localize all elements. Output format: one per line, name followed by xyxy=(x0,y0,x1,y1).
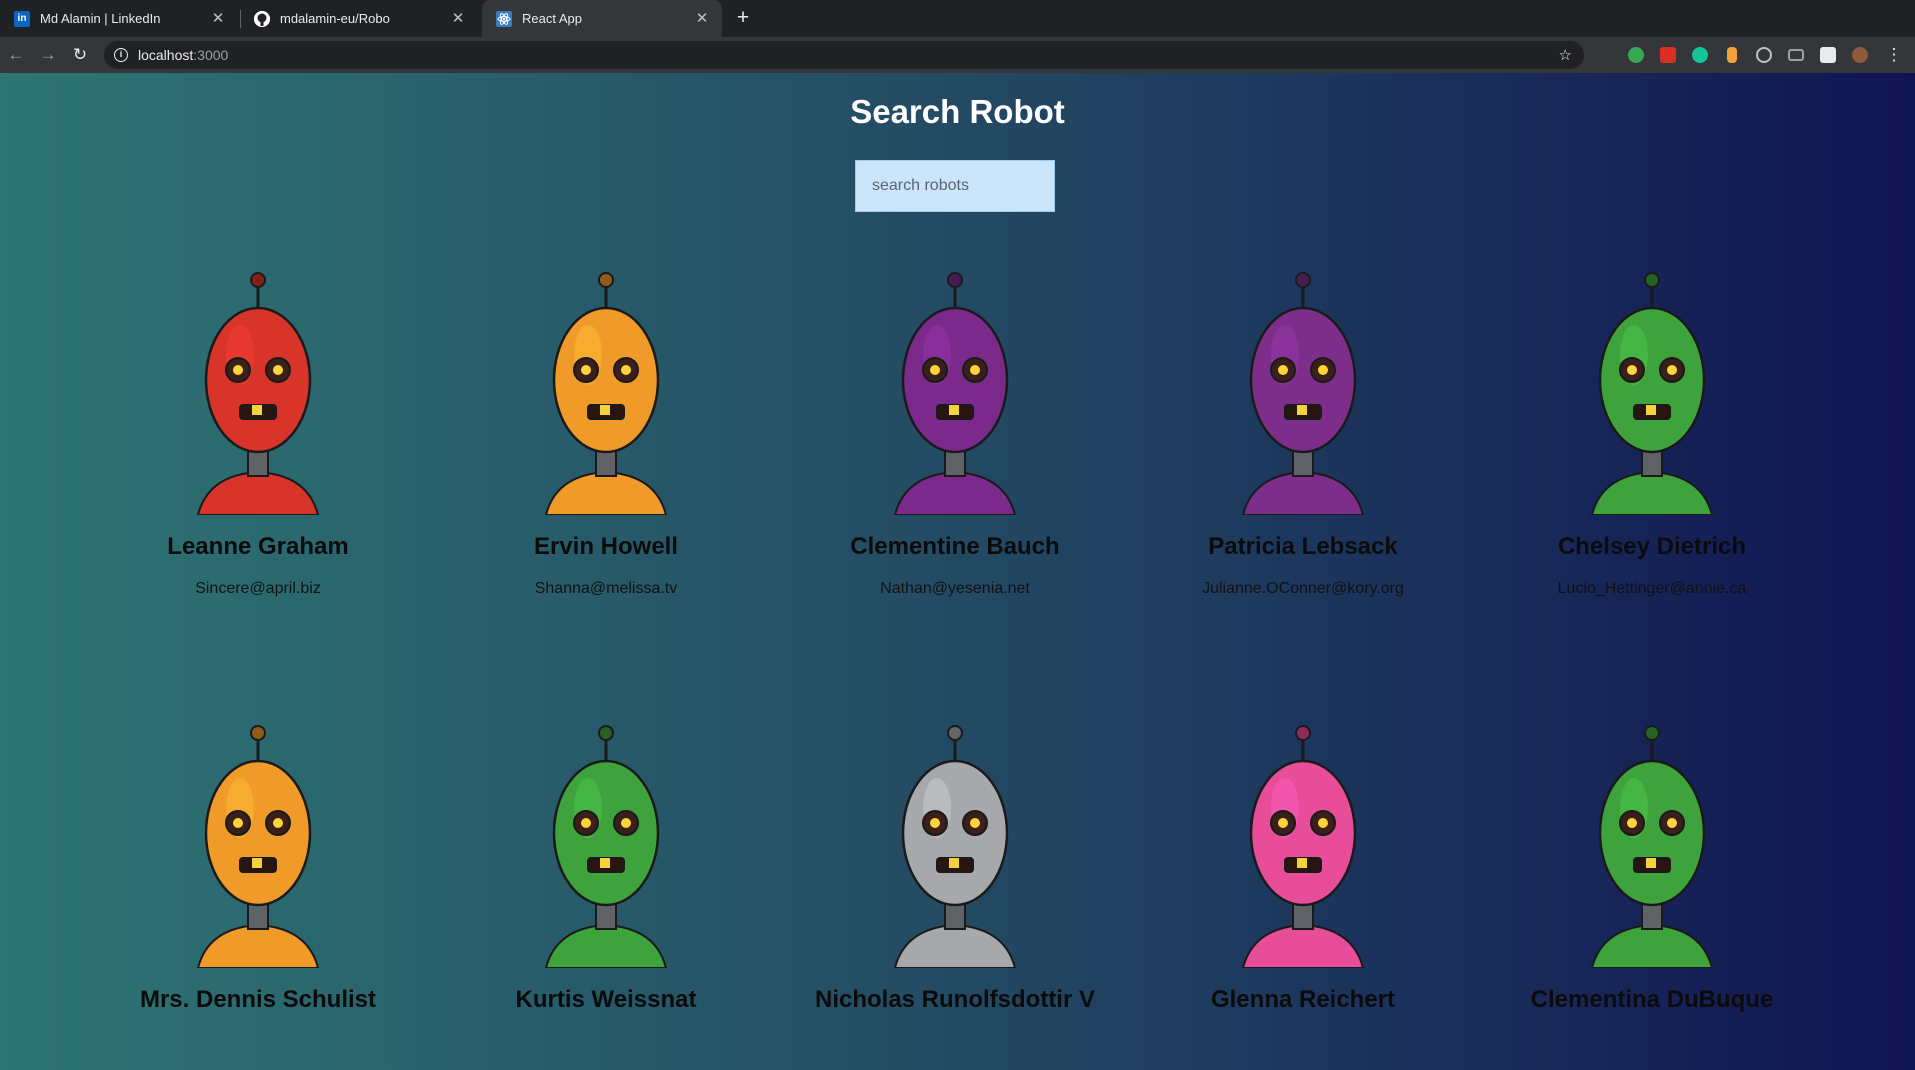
robot-name: Clementina DuBuque xyxy=(1530,986,1774,1013)
robot-name: Mrs. Dennis Schulist xyxy=(139,986,377,1013)
search-input[interactable] xyxy=(855,160,1055,212)
page-title: Search Robot xyxy=(850,93,1065,130)
puzzle-icon[interactable] xyxy=(1820,47,1836,63)
extension-icon[interactable] xyxy=(1756,47,1772,63)
robot-name: Leanne Graham xyxy=(167,533,349,560)
robot-email: Lucio_Hettinger@annie.ca xyxy=(1557,580,1747,597)
robot-email: Sincere@april.biz xyxy=(195,580,321,597)
close-icon[interactable]: ✕ xyxy=(210,10,226,27)
robot-email: Julianne.OConner@kory.org xyxy=(1202,580,1404,597)
new-tab-icon[interactable]: + xyxy=(732,7,754,29)
robot-card: Leanne Graham Sincere@april.biz xyxy=(108,260,408,598)
browser-tabstrip: in Md Alamin | LinkedIn ✕ mdalamin-eu/Ro… xyxy=(0,0,1915,37)
robot-card: Nicholas Runolfsdottir V xyxy=(805,713,1105,1033)
robot-name: Glenna Reichert xyxy=(1210,986,1396,1013)
linkedin-icon: in xyxy=(14,10,30,27)
robot-name: Kurtis Weissnat xyxy=(515,986,697,1013)
robot-card: Glenna Reichert xyxy=(1153,713,1453,1033)
robot-name: Chelsey Dietrich xyxy=(1557,533,1747,560)
react-icon xyxy=(496,10,512,27)
tab-github[interactable]: mdalamin-eu/Robo ✕ xyxy=(240,0,478,37)
url-host: localhost xyxy=(138,47,194,63)
robot-avatar xyxy=(196,725,320,968)
robot-card: Ervin Howell Shanna@melissa.tv xyxy=(456,260,756,598)
robot-avatar xyxy=(196,272,320,515)
tab-react-app[interactable]: React App ✕ xyxy=(482,0,722,37)
tab-linkedin[interactable]: in Md Alamin | LinkedIn ✕ xyxy=(0,0,238,37)
robot-card: Clementina DuBuque xyxy=(1502,713,1802,1033)
robot-email: Nathan@yesenia.net xyxy=(880,580,1030,597)
robot-avatar xyxy=(544,725,668,968)
url-port: :3000 xyxy=(193,47,229,63)
robot-card: Clementine Bauch Nathan@yesenia.net xyxy=(805,260,1105,598)
robot-card: Mrs. Dennis Schulist xyxy=(108,713,408,1033)
robot-avatar xyxy=(1241,272,1365,515)
robot-avatar xyxy=(1590,272,1714,515)
extension-icon[interactable] xyxy=(1628,47,1644,63)
robot-app: Search Robot Leanne Graham Sincere@april… xyxy=(0,73,1915,1070)
robot-avatar xyxy=(893,725,1017,968)
forward-icon[interactable]: → xyxy=(38,45,58,65)
robot-name: Clementine Bauch xyxy=(850,533,1060,560)
robot-avatar xyxy=(1590,725,1714,968)
avatar[interactable] xyxy=(1852,47,1868,63)
robot-name: Patricia Lebsack xyxy=(1208,533,1398,560)
back-icon[interactable]: ← xyxy=(6,45,26,65)
github-icon xyxy=(254,10,270,27)
extension-icon[interactable] xyxy=(1727,47,1737,63)
reload-icon[interactable]: ↻ xyxy=(70,45,90,65)
tab-title: mdalamin-eu/Robo xyxy=(280,11,390,26)
robot-name: Ervin Howell xyxy=(533,533,679,560)
robot-name: Nicholas Runolfsdottir V xyxy=(814,986,1095,1013)
extension-icon[interactable] xyxy=(1660,47,1676,63)
robot-avatar xyxy=(893,272,1017,515)
tab-title: Md Alamin | LinkedIn xyxy=(40,11,161,26)
robot-card: Chelsey Dietrich Lucio_Hettinger@annie.c… xyxy=(1502,260,1802,598)
bookmark-star-icon[interactable]: ☆ xyxy=(1559,46,1572,64)
tab-title: React App xyxy=(522,11,582,26)
mail-icon[interactable] xyxy=(1788,49,1804,61)
robot-email: Shanna@melissa.tv xyxy=(534,580,678,597)
grammarly-icon[interactable] xyxy=(1692,47,1708,63)
robot-card: Patricia Lebsack Julianne.OConner@kory.o… xyxy=(1153,260,1453,598)
info-icon[interactable]: i xyxy=(114,48,128,62)
robot-avatar xyxy=(1241,725,1365,968)
address-bar[interactable]: i localhost:3000 ☆ xyxy=(104,41,1584,69)
robot-card: Kurtis Weissnat xyxy=(456,713,756,1033)
close-icon[interactable]: ✕ xyxy=(450,10,466,27)
close-icon[interactable]: ✕ xyxy=(694,10,710,27)
browser-toolbar: ← → ↻ i localhost:3000 ☆ ⋮ xyxy=(0,37,1915,73)
robot-avatar xyxy=(544,272,668,515)
menu-icon[interactable]: ⋮ xyxy=(1884,45,1904,65)
